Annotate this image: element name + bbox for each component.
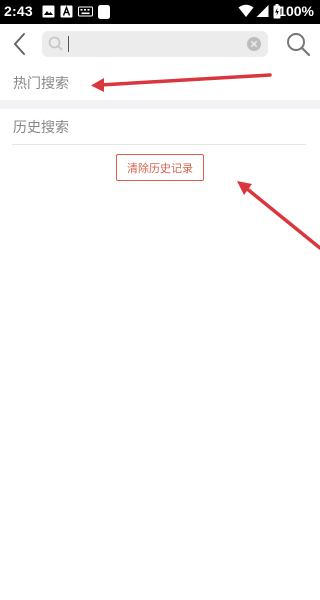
back-arrow-icon bbox=[13, 33, 25, 55]
clear-input-button[interactable] bbox=[246, 36, 262, 52]
clear-circle-icon bbox=[247, 37, 261, 51]
search-input[interactable] bbox=[66, 34, 236, 54]
status-bar: 2:43 100% bbox=[0, 0, 320, 24]
section-divider bbox=[0, 100, 320, 109]
search-icon bbox=[287, 33, 311, 57]
app-icon bbox=[98, 5, 110, 19]
annotation-arrow-clear-history bbox=[237, 181, 320, 250]
search-field-icon bbox=[48, 36, 63, 51]
search-box[interactable] bbox=[42, 31, 268, 57]
image-icon bbox=[42, 5, 55, 18]
signal-icon bbox=[256, 5, 269, 17]
clear-history-button[interactable]: 清除历史记录 bbox=[116, 154, 204, 181]
keyboard-icon bbox=[78, 6, 93, 17]
history-search-title: 历史搜索 bbox=[13, 120, 69, 136]
search-header bbox=[0, 24, 320, 64]
battery-percent: 100% bbox=[278, 3, 314, 19]
hot-search-title: 热门搜索 bbox=[13, 76, 69, 92]
back-button[interactable] bbox=[8, 30, 32, 58]
status-time: 2:43 bbox=[4, 3, 33, 19]
wifi-icon bbox=[238, 4, 254, 17]
history-divider bbox=[12, 144, 306, 145]
text-caret bbox=[68, 36, 69, 52]
a-icon bbox=[60, 5, 73, 18]
search-button[interactable] bbox=[284, 30, 312, 58]
annotation-arrow-hot-search bbox=[91, 73, 272, 92]
